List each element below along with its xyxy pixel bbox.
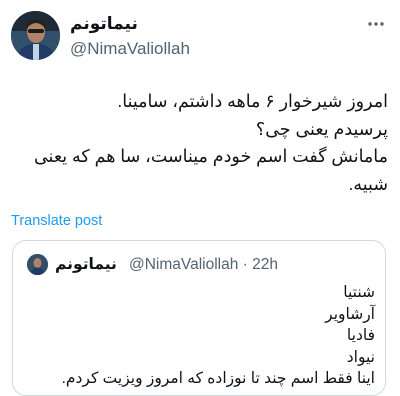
quoted-author-handle-time: @NimaValiollah · 22h (129, 256, 278, 273)
author-avatar[interactable] (11, 11, 60, 60)
author-display-name[interactable]: نیماتونم (70, 14, 138, 34)
tweet-header: نیماتونم @NimaValiollah (0, 0, 400, 80)
avatar-photo-icon (27, 254, 48, 275)
quoted-author-avatar (27, 254, 48, 275)
quoted-tweet-text: شنتیا آرشاویر فادیا نیواد اینا فقط اسم چ… (61, 284, 375, 387)
avatar-photo-icon (11, 11, 60, 60)
tweet-text: امروز شیرخوار ۶ ماهه داشتم، سامینا. پرسی… (33, 91, 388, 194)
more-dots-icon[interactable] (364, 12, 388, 36)
translate-post-link[interactable]: Translate post (11, 213, 102, 229)
quoted-author-display-name: نیماتونم (55, 256, 117, 273)
author-handle[interactable]: @NimaValiollah (70, 39, 190, 59)
quoted-tweet-card[interactable]: نیماتونم @NimaValiollah · 22h شنتیا آرشا… (12, 240, 386, 396)
